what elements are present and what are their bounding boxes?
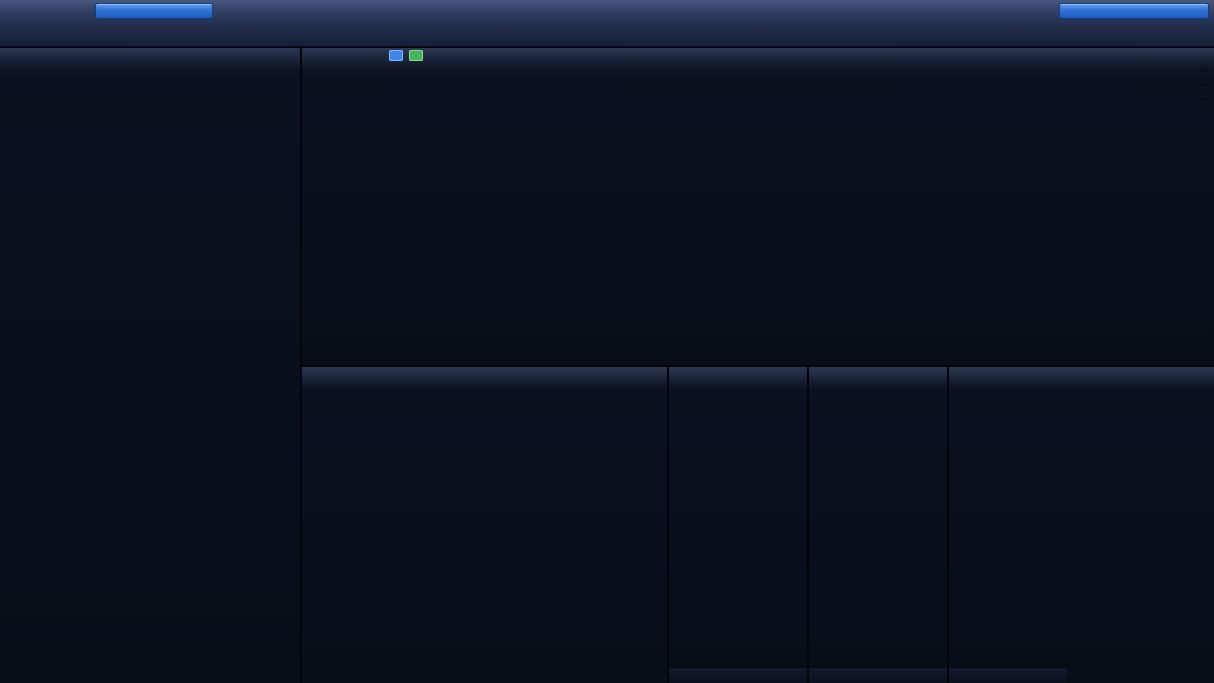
essential-layout-button[interactable] (1059, 3, 1209, 19)
tp-fullscreen-icon[interactable] (833, 371, 847, 385)
loudness-settings-icon[interactable] (955, 371, 969, 385)
loudness-reset-icon[interactable] (1009, 371, 1023, 385)
rms-fullscreen-icon[interactable] (693, 371, 707, 385)
tp-settings-icon[interactable] (815, 371, 829, 385)
loudness-fullscreen-icon[interactable] (973, 371, 987, 385)
vector-fullscreen-icon[interactable] (326, 371, 340, 385)
mixer-icon[interactable] (605, 4, 621, 20)
curve-1-button[interactable] (389, 50, 403, 61)
tp-footer (809, 667, 947, 683)
curve-slot-1 (388, 50, 404, 61)
rms-header (669, 367, 807, 389)
status-bar (0, 24, 1214, 47)
io-routing-icon[interactable] (628, 4, 644, 20)
spectrum-run-icon[interactable] (344, 52, 358, 66)
cursor-readout-curve1 (1200, 84, 1208, 86)
curve-slot-2 (408, 50, 424, 61)
vector-scope-canvas[interactable] (302, 367, 667, 683)
loudness-pause-icon[interactable] (991, 371, 1005, 385)
rms-footer (669, 667, 807, 683)
vector-scope-header (302, 367, 667, 389)
spectrum-header (302, 48, 1214, 70)
spectrogram-settings-icon[interactable] (6, 52, 20, 66)
spectrogram-canvas[interactable] (0, 48, 300, 683)
global-settings-icon[interactable] (581, 4, 597, 20)
rms-reset-icon[interactable] (711, 371, 725, 385)
curve-2-button[interactable] (409, 50, 423, 61)
tp-reset-icon[interactable] (851, 371, 865, 385)
magnitude-spectrum-panel (302, 48, 1214, 365)
true-peak-meter-panel (809, 367, 947, 683)
top-toolbar (0, 0, 1214, 25)
hardware-input-button[interactable] (95, 3, 213, 19)
vector-scope-panel (302, 367, 667, 683)
rms-settings-icon[interactable] (675, 371, 689, 385)
app-root (0, 0, 1214, 683)
cursor-readout-curve2 (1200, 98, 1208, 100)
spectrogram-fullscreen-icon[interactable] (24, 52, 38, 66)
loudness-metering-panel (949, 367, 1214, 683)
spectrum-fullscreen-icon[interactable] (326, 52, 340, 66)
loudness-header (949, 367, 1214, 389)
audio-source-settings-icon[interactable] (5, 5, 19, 19)
peak-hold-reset-icon[interactable] (362, 52, 376, 66)
spatial-spectrogram-panel (0, 48, 300, 683)
spectrogram-header (0, 48, 300, 70)
loudness-footer (949, 667, 1067, 683)
vector-settings-icon[interactable] (308, 371, 322, 385)
spectrum-settings-icon[interactable] (308, 52, 322, 66)
cursor-readout-peak (1200, 70, 1208, 72)
spectrum-canvas[interactable] (302, 48, 1214, 365)
tp-header (809, 367, 947, 389)
rms-meter-panel (669, 367, 807, 683)
